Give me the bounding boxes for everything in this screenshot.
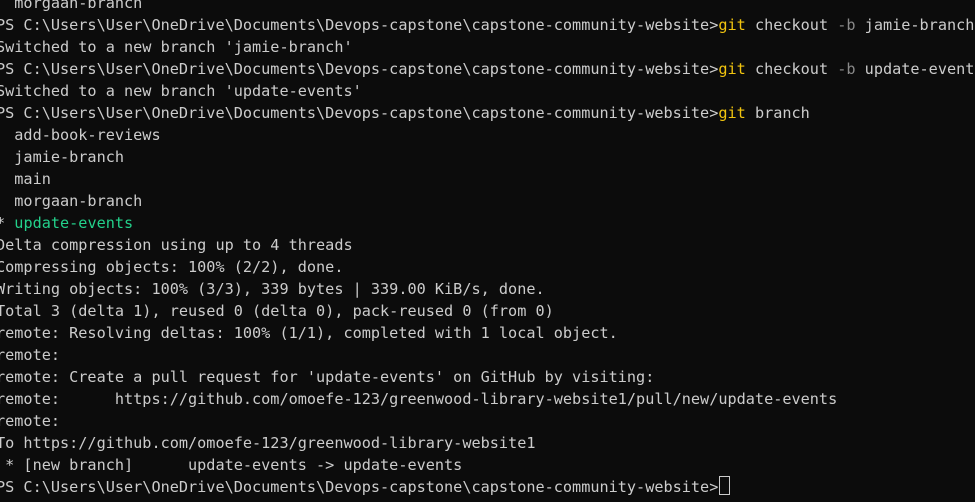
output-line: Switched to a new branch 'jamie-branch': [0, 36, 975, 58]
output-text: jamie-branch: [0, 148, 125, 166]
output-line: remote:: [0, 344, 975, 366]
output-line: * [new branch] update-events -> update-e…: [0, 454, 975, 476]
output-line: Switched to a new branch 'update-events': [0, 80, 975, 102]
prompt-text: PS C:\Users\User\OneDrive\Documents\Devo…: [0, 16, 719, 34]
command-value: jamie-branch: [855, 16, 975, 34]
output-text: remote:: [0, 412, 61, 430]
command-flag: -b: [837, 60, 856, 78]
command-args: branch: [745, 104, 810, 122]
output-text: remote: Resolving deltas: 100% (1/1), co…: [0, 324, 618, 342]
command-flag: -b: [837, 16, 856, 34]
current-branch-line: * update-events: [0, 212, 975, 234]
current-branch-marker: *: [0, 214, 14, 232]
output-text: main: [0, 170, 51, 188]
output-line: remote: Create a pull request for 'updat…: [0, 366, 975, 388]
output-line: remote: https://github.com/omoefe-123/gr…: [0, 388, 975, 410]
output-text: Delta compression using up to 4 threads: [0, 236, 353, 254]
prompt-text: PS C:\Users\User\OneDrive\Documents\Devo…: [0, 478, 719, 496]
command-value: update-events: [855, 60, 975, 78]
output-text: Switched to a new branch 'update-events': [0, 82, 362, 100]
output-line: Total 3 (delta 1), reused 0 (delta 0), p…: [0, 300, 975, 322]
command-name: git: [718, 60, 746, 78]
output-line: To https://github.com/omoefe-123/greenwo…: [0, 432, 975, 454]
command-line: PS C:\Users\User\OneDrive\Documents\Devo…: [0, 58, 975, 80]
output-text: To https://github.com/omoefe-123/greenwo…: [0, 434, 536, 452]
output-line: morgaan-branch: [0, 0, 975, 14]
output-line: remote:: [0, 410, 975, 432]
command-args: checkout: [745, 60, 838, 78]
command-line: PS C:\Users\User\OneDrive\Documents\Devo…: [0, 14, 975, 36]
output-text: Writing objects: 100% (3/3), 339 bytes |…: [0, 280, 545, 298]
output-text: remote:: [0, 346, 61, 364]
output-text: * [new branch] update-events -> update-e…: [0, 456, 463, 474]
command-line: PS C:\Users\User\OneDrive\Documents\Devo…: [0, 102, 975, 124]
output-text: Switched to a new branch 'jamie-branch': [0, 38, 353, 56]
command-name: git: [718, 16, 746, 34]
prompt-text: PS C:\Users\User\OneDrive\Documents\Devo…: [0, 60, 719, 78]
output-text: add-book-reviews: [0, 126, 161, 144]
output-line: Delta compression using up to 4 threads: [0, 234, 975, 256]
output-line: Writing objects: 100% (3/3), 339 bytes |…: [0, 278, 975, 300]
terminal-output[interactable]: morgaan-branch PS C:\Users\User\OneDrive\…: [0, 0, 975, 502]
output-line: add-book-reviews: [0, 124, 975, 146]
command-args: checkout: [745, 16, 838, 34]
output-text: remote: Create a pull request for 'updat…: [0, 368, 655, 386]
output-line: main: [0, 168, 975, 190]
prompt-text: PS C:\Users\User\OneDrive\Documents\Devo…: [0, 104, 719, 122]
command-name: git: [718, 104, 746, 122]
output-text: remote: https://github.com/omoefe-123/gr…: [0, 390, 838, 408]
output-line: jamie-branch: [0, 146, 975, 168]
output-text: Total 3 (delta 1), reused 0 (delta 0), p…: [0, 302, 554, 320]
output-text: morgaan-branch: [0, 192, 143, 210]
output-text: Compressing objects: 100% (2/2), done.: [0, 258, 344, 276]
output-line: morgaan-branch: [0, 190, 975, 212]
active-prompt-line: PS C:\Users\User\OneDrive\Documents\Devo…: [0, 476, 975, 498]
output-line: remote: Resolving deltas: 100% (1/1), co…: [0, 322, 975, 344]
cursor-block[interactable]: [719, 476, 731, 495]
output-text: morgaan-branch: [0, 0, 143, 12]
output-line: Compressing objects: 100% (2/2), done.: [0, 256, 975, 278]
current-branch-name: update-events: [14, 214, 134, 232]
